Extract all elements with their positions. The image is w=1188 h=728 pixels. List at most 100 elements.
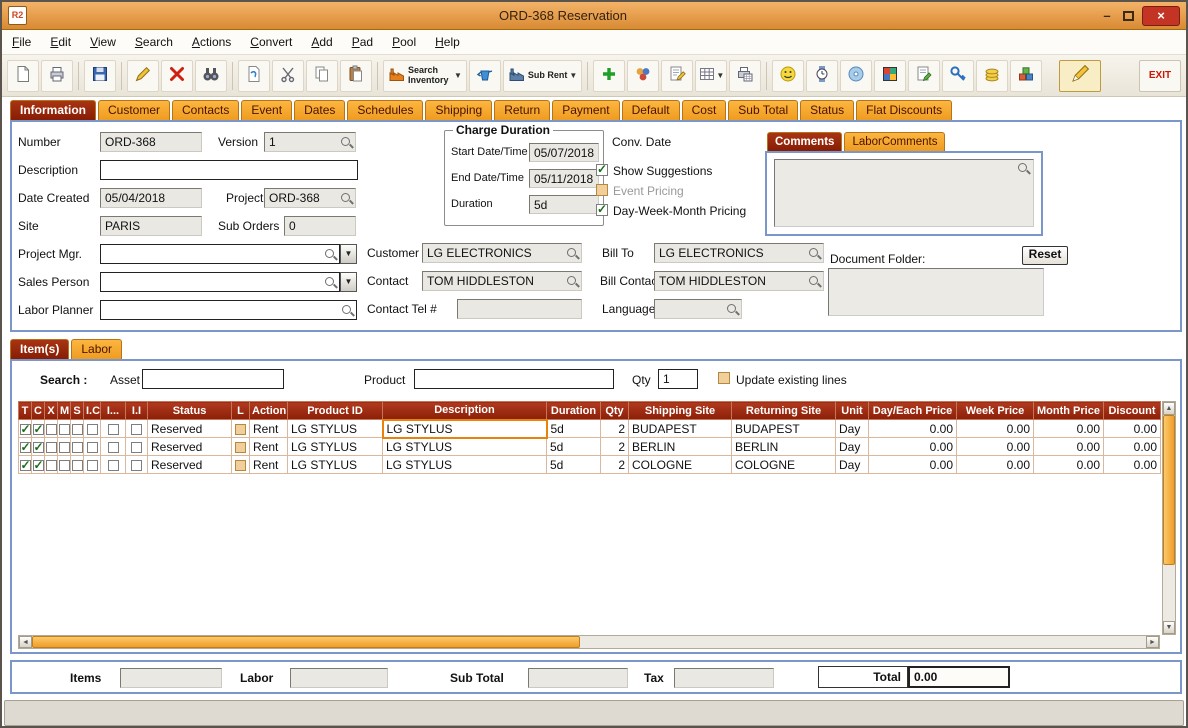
- product-input[interactable]: [414, 369, 614, 389]
- column-header[interactable]: Week Price: [957, 402, 1034, 420]
- cell-day_price[interactable]: 0.00: [869, 420, 957, 438]
- column-header[interactable]: Unit: [836, 402, 869, 420]
- column-header[interactable]: Day/Each Price: [869, 402, 957, 420]
- tab-status[interactable]: Status: [800, 100, 854, 120]
- cell-s[interactable]: [71, 420, 84, 438]
- tab-customer[interactable]: Customer: [98, 100, 170, 120]
- end-date-field[interactable]: 05/11/2018: [529, 169, 599, 188]
- convert-document-button[interactable]: [238, 60, 270, 92]
- menu-file[interactable]: File: [12, 35, 31, 49]
- cell-status[interactable]: Reserved: [148, 456, 232, 474]
- column-header[interactable]: I.C: [84, 402, 101, 420]
- tab-return[interactable]: Return: [494, 100, 550, 120]
- cell-returning_site[interactable]: BERLIN: [732, 438, 836, 456]
- edit-note-button[interactable]: [661, 60, 693, 92]
- pricing-button[interactable]: [976, 60, 1008, 92]
- project-lookup-icon[interactable]: [340, 192, 353, 205]
- tab-dates[interactable]: Dates: [294, 100, 345, 120]
- chevron-down-icon[interactable]: ▼: [569, 71, 577, 80]
- column-header[interactable]: Action: [250, 402, 288, 420]
- delete-button[interactable]: [161, 60, 193, 92]
- scroll-left-button[interactable]: ◄: [19, 636, 32, 648]
- cell-unit[interactable]: Day: [836, 420, 869, 438]
- cell-week_price[interactable]: 0.00: [957, 456, 1034, 474]
- chevron-down-icon[interactable]: ▼: [454, 71, 462, 80]
- security-button[interactable]: [942, 60, 974, 92]
- customer-field[interactable]: LG ELECTRONICS: [422, 243, 582, 263]
- cell-ic[interactable]: [84, 420, 101, 438]
- cell-ii[interactable]: [126, 438, 148, 456]
- sales-person-lookup-icon[interactable]: [324, 276, 337, 289]
- scroll-right-button[interactable]: ►: [1146, 636, 1159, 648]
- menu-search[interactable]: Search: [135, 35, 173, 49]
- table-row[interactable]: ReservedRentLG STYLUSLG STYLUS5d2BERLINB…: [19, 438, 1161, 456]
- copy-button[interactable]: [306, 60, 338, 92]
- sub-rent-button[interactable]: Sub Rent ▼: [503, 60, 582, 92]
- column-header[interactable]: Returning Site: [732, 402, 836, 420]
- cell-duration[interactable]: 5d: [547, 438, 601, 456]
- date-created-field[interactable]: 05/04/2018: [100, 188, 202, 208]
- cell-i1[interactable]: [101, 456, 126, 474]
- comments-tab-laborcomments[interactable]: LaborComments: [844, 132, 945, 151]
- tab-information[interactable]: Information: [10, 100, 96, 120]
- tab-flat-discounts[interactable]: Flat Discounts: [856, 100, 952, 120]
- find-button[interactable]: [195, 60, 227, 92]
- column-header[interactable]: Discount: [1104, 402, 1161, 420]
- number-field[interactable]: ORD-368: [100, 132, 202, 152]
- qty-input[interactable]: 1: [658, 369, 698, 389]
- column-header[interactable]: T: [19, 402, 32, 420]
- site-field[interactable]: PARIS: [100, 216, 202, 236]
- tab-default[interactable]: Default: [622, 100, 680, 120]
- cell-week_price[interactable]: 0.00: [957, 438, 1034, 456]
- contact-tel-field[interactable]: [457, 299, 582, 319]
- menu-convert[interactable]: Convert: [250, 35, 292, 49]
- horizontal-scrollbar[interactable]: ◄ ►: [18, 635, 1160, 649]
- cell-action[interactable]: Rent: [250, 456, 288, 474]
- asset-input[interactable]: [142, 369, 284, 389]
- tab-payment[interactable]: Payment: [552, 100, 619, 120]
- cell-shipping_site[interactable]: BERLIN: [629, 438, 732, 456]
- duration-field[interactable]: 5d: [529, 195, 599, 214]
- cell-qty[interactable]: 2: [601, 438, 629, 456]
- column-header[interactable]: S: [71, 402, 84, 420]
- sub-orders-field[interactable]: 0: [284, 216, 356, 236]
- cell-qty[interactable]: 2: [601, 420, 629, 438]
- customer-lookup-icon[interactable]: [566, 247, 579, 260]
- menu-pad[interactable]: Pad: [352, 35, 373, 49]
- project-mgr-lookup-icon[interactable]: [324, 248, 337, 261]
- contact-field[interactable]: TOM HIDDLESTON: [422, 271, 582, 291]
- cell-returning_site[interactable]: COLOGNE: [732, 456, 836, 474]
- maximize-button[interactable]: [1123, 11, 1134, 21]
- paste-button[interactable]: [340, 60, 372, 92]
- cell-discount[interactable]: 0.00: [1104, 420, 1161, 438]
- show-suggestions-checkbox[interactable]: [596, 164, 608, 176]
- menu-pool[interactable]: Pool: [392, 35, 416, 49]
- cell-t[interactable]: [19, 456, 32, 474]
- print-button[interactable]: [41, 60, 73, 92]
- cell-c[interactable]: [32, 456, 45, 474]
- cell-unit[interactable]: Day: [836, 438, 869, 456]
- cell-product_id[interactable]: LG STYLUS: [288, 438, 383, 456]
- contact-lookup-icon[interactable]: [566, 275, 579, 288]
- cell-l[interactable]: [232, 420, 250, 438]
- cell-c[interactable]: [32, 420, 45, 438]
- start-date-field[interactable]: 05/07/2018: [529, 143, 599, 162]
- update-lines-checkbox[interactable]: [718, 372, 730, 384]
- column-header[interactable]: X: [45, 402, 58, 420]
- column-header[interactable]: Qty: [601, 402, 629, 420]
- cell-s[interactable]: [71, 456, 84, 474]
- bill-to-field[interactable]: LG ELECTRONICS: [654, 243, 824, 263]
- cell-i1[interactable]: [101, 420, 126, 438]
- column-header[interactable]: Product ID: [288, 402, 383, 420]
- cell-l[interactable]: [232, 438, 250, 456]
- cell-duration[interactable]: 5d: [547, 456, 601, 474]
- event-pricing-checkbox[interactable]: [596, 184, 608, 196]
- document-folder-area[interactable]: [828, 268, 1044, 316]
- exit-button[interactable]: EXIT: [1139, 60, 1181, 92]
- cell-m[interactable]: [58, 438, 71, 456]
- labor-planner-lookup-icon[interactable]: [341, 304, 354, 317]
- version-field[interactable]: 1: [264, 132, 356, 152]
- menu-actions[interactable]: Actions: [192, 35, 231, 49]
- cell-m[interactable]: [58, 420, 71, 438]
- scroll-down-button[interactable]: ▼: [1163, 621, 1175, 634]
